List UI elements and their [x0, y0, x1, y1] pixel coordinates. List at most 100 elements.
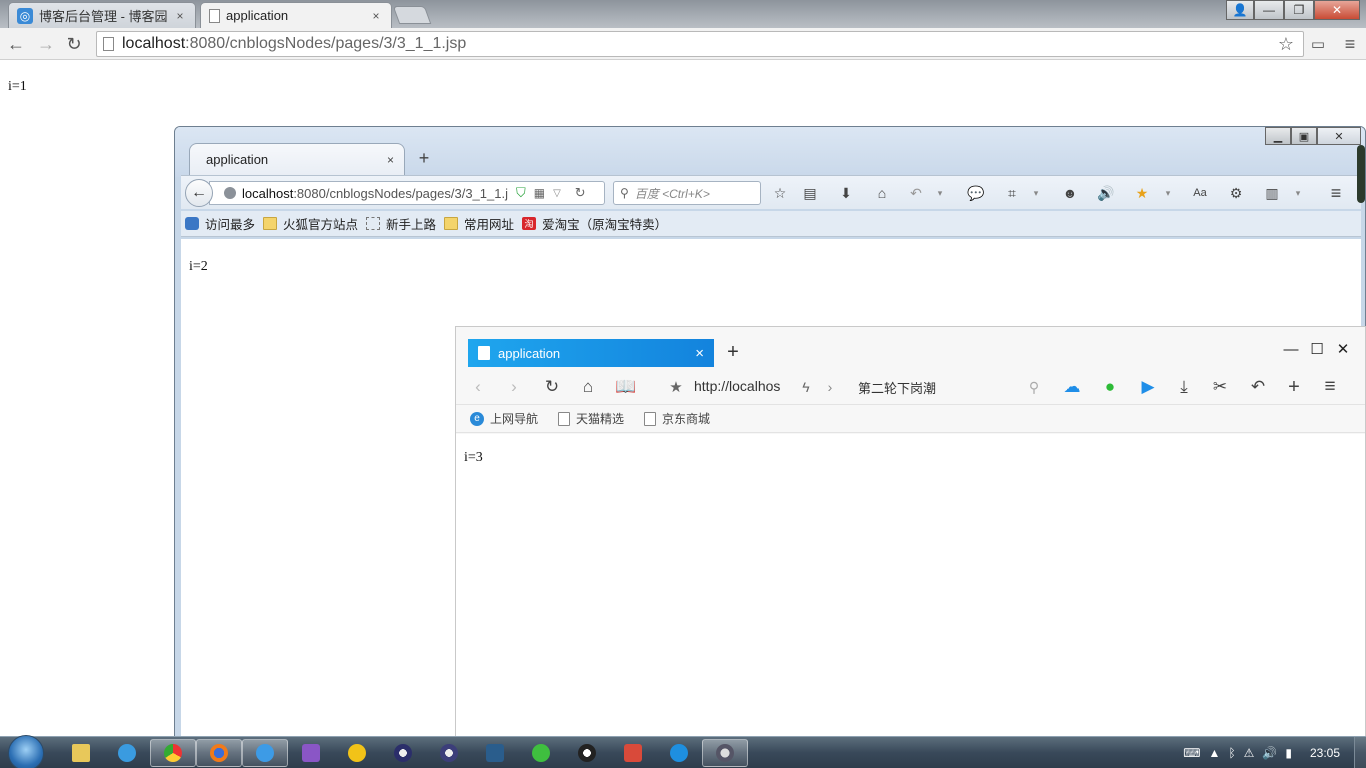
user-icon[interactable]: 👤	[1226, 0, 1254, 20]
close-tab-icon[interactable]: ×	[387, 153, 394, 167]
bookmark-getting-started[interactable]: 新手上路	[366, 214, 436, 233]
smiley-icon[interactable]: ☻	[1059, 182, 1081, 204]
cast-icon[interactable]: ▭	[1306, 32, 1330, 56]
play-icon[interactable]: ▶	[1136, 375, 1160, 399]
chrome-address-bar[interactable]: localhost:8080/cnblogsNodes/pages/3/3_1_…	[96, 31, 1304, 57]
firefox-taskbar-icon[interactable]	[196, 739, 242, 767]
menu-icon[interactable]: ≡	[1325, 182, 1347, 204]
show-desktop-button[interactable]	[1354, 737, 1366, 768]
volume-icon[interactable]: 🔊	[1262, 746, 1277, 760]
download-icon[interactable]: ⬇	[835, 182, 857, 204]
home-icon[interactable]: ⌂	[871, 182, 893, 204]
bookmark-most-visited[interactable]: 访问最多	[185, 214, 255, 233]
crop-icon[interactable]: ⌗	[1001, 182, 1023, 204]
bookmark-web-nav[interactable]: e 上网导航	[470, 410, 538, 427]
chrome-taskbar-icon[interactable]	[150, 739, 196, 767]
maximize-button[interactable]: ☐	[1307, 339, 1327, 359]
minimize-button[interactable]: ▁	[1265, 127, 1291, 145]
bluetooth-icon[interactable]: ᛒ	[1228, 746, 1235, 760]
scissors-icon[interactable]: ✂	[1208, 375, 1232, 399]
back-arrow-icon[interactable]: ←	[4, 32, 28, 56]
reload-icon[interactable]: ↻	[540, 375, 564, 399]
chrome-tab-blog-admin[interactable]: ◎ 博客后台管理 - 博客园 ×	[8, 2, 196, 28]
restore-button[interactable]: ❐	[1284, 0, 1314, 20]
reload-icon[interactable]: ↻	[575, 185, 586, 201]
start-button[interactable]	[8, 735, 44, 768]
firefox-search-box[interactable]: ⚲ 百度 <Ctrl+K>	[613, 181, 761, 205]
cloud-download-icon[interactable]: ☁	[1060, 375, 1084, 399]
visual-studio-taskbar-icon[interactable]	[288, 739, 334, 767]
system-clock[interactable]: 23:05	[1310, 746, 1340, 760]
qr-code-icon[interactable]: ▦	[534, 186, 545, 200]
chat-icon[interactable]: 💬	[965, 182, 987, 204]
speaker-icon[interactable]: 🔊	[1095, 182, 1117, 204]
third-browser-taskbar-icon[interactable]	[242, 739, 288, 767]
hot-search-suggestion[interactable]: 第二轮下岗潮	[858, 378, 936, 397]
download-icon[interactable]: ⤓	[1172, 375, 1196, 399]
clipboard-icon[interactable]: ▥	[1261, 182, 1283, 204]
close-button[interactable]: ✕	[1314, 0, 1360, 20]
norton-taskbar-icon[interactable]	[334, 739, 380, 767]
eclipse-taskbar-icon[interactable]	[380, 739, 426, 767]
qq-taskbar-icon[interactable]	[564, 739, 610, 767]
wechat-icon[interactable]: ●	[1098, 375, 1122, 399]
firefox-address-bar[interactable]: localhost:8080/cnblogsNodes/pages/3/3_1_…	[209, 181, 605, 205]
extension-icon[interactable]: ⚙	[1225, 182, 1247, 204]
bookmark-ai-taobao[interactable]: 淘 爱淘宝（原淘宝特卖）	[522, 214, 667, 233]
tray-expand-icon[interactable]: ▲	[1209, 746, 1221, 760]
new-tab-button[interactable]: +	[413, 147, 435, 169]
search-icon[interactable]: ⚲	[1022, 375, 1046, 399]
firefox-tab-application[interactable]: application ×	[189, 143, 405, 175]
power-icon[interactable]: ⚠	[1244, 746, 1255, 760]
bookmark-jd[interactable]: 京东商城	[644, 410, 710, 427]
settings-taskbar-icon[interactable]	[702, 739, 748, 767]
dropdown-icon[interactable]: ▾	[1025, 182, 1047, 204]
forward-arrow-icon[interactable]: →	[34, 32, 58, 56]
translate-icon[interactable]: Aa	[1189, 182, 1211, 204]
new-tab-button[interactable]: +	[722, 341, 744, 363]
plus-icon[interactable]: +	[1282, 375, 1306, 399]
eclipse2-taskbar-icon[interactable]	[426, 739, 472, 767]
menu-icon[interactable]: ≡	[1338, 32, 1362, 56]
minimize-button[interactable]: —	[1281, 339, 1301, 359]
address-bar[interactable]: http://localhos	[694, 378, 780, 394]
dropdown-icon[interactable]: ▾	[1287, 182, 1309, 204]
close-tab-icon[interactable]: ×	[173, 9, 187, 23]
lightning-icon[interactable]: ϟ	[794, 375, 818, 399]
close-tab-icon[interactable]: ×	[369, 9, 383, 23]
scrollbar-thumb[interactable]	[1357, 145, 1365, 203]
undo-icon[interactable]: ↶	[905, 182, 927, 204]
reader-icon[interactable]: 📖	[614, 375, 638, 399]
minimize-button[interactable]: —	[1254, 0, 1284, 20]
restore-button[interactable]: ▣	[1291, 127, 1317, 145]
back-arrow-icon[interactable]: ←	[185, 179, 213, 207]
back-arrow-icon[interactable]: ‹	[466, 375, 490, 399]
menu-icon[interactable]: ≡	[1318, 375, 1342, 399]
reload-icon[interactable]: ↻	[62, 32, 86, 56]
browser-tab-application[interactable]: application ×	[468, 339, 714, 367]
chrome-tab-application[interactable]: application ×	[200, 2, 392, 28]
kugou-taskbar-icon[interactable]	[656, 739, 702, 767]
keyboard-icon[interactable]: ⌨	[1183, 746, 1200, 760]
reading-list-icon[interactable]: ▤	[799, 182, 821, 204]
dropdown-icon[interactable]: ▽	[553, 188, 561, 199]
bookmark-star-icon[interactable]: ☆	[1274, 32, 1298, 56]
dropdown-icon[interactable]: ▾	[929, 182, 951, 204]
ie-taskbar-icon[interactable]	[104, 739, 150, 767]
tool-taskbar-icon[interactable]	[472, 739, 518, 767]
network-icon[interactable]: ▮	[1285, 746, 1292, 760]
home-icon[interactable]: ⌂	[576, 375, 600, 399]
favorite-star-icon[interactable]: ★	[664, 375, 688, 399]
explorer-taskbar-icon[interactable]	[58, 739, 104, 767]
bookmark-tmall[interactable]: 天猫精选	[558, 410, 624, 427]
bookmark-firefox-site[interactable]: 火狐官方站点	[263, 214, 358, 233]
favorite-star-icon[interactable]: ★	[1131, 182, 1153, 204]
bookmark-star-icon[interactable]: ☆	[769, 182, 791, 204]
editor-taskbar-icon[interactable]	[610, 739, 656, 767]
forward-arrow-icon[interactable]: ›	[502, 375, 526, 399]
close-button[interactable]: ✕	[1333, 339, 1353, 359]
close-button[interactable]: ✕	[1317, 127, 1361, 145]
bookmark-common-sites[interactable]: 常用网址	[444, 214, 514, 233]
dropdown-icon[interactable]: ▾	[1157, 182, 1179, 204]
green-app-taskbar-icon[interactable]	[518, 739, 564, 767]
